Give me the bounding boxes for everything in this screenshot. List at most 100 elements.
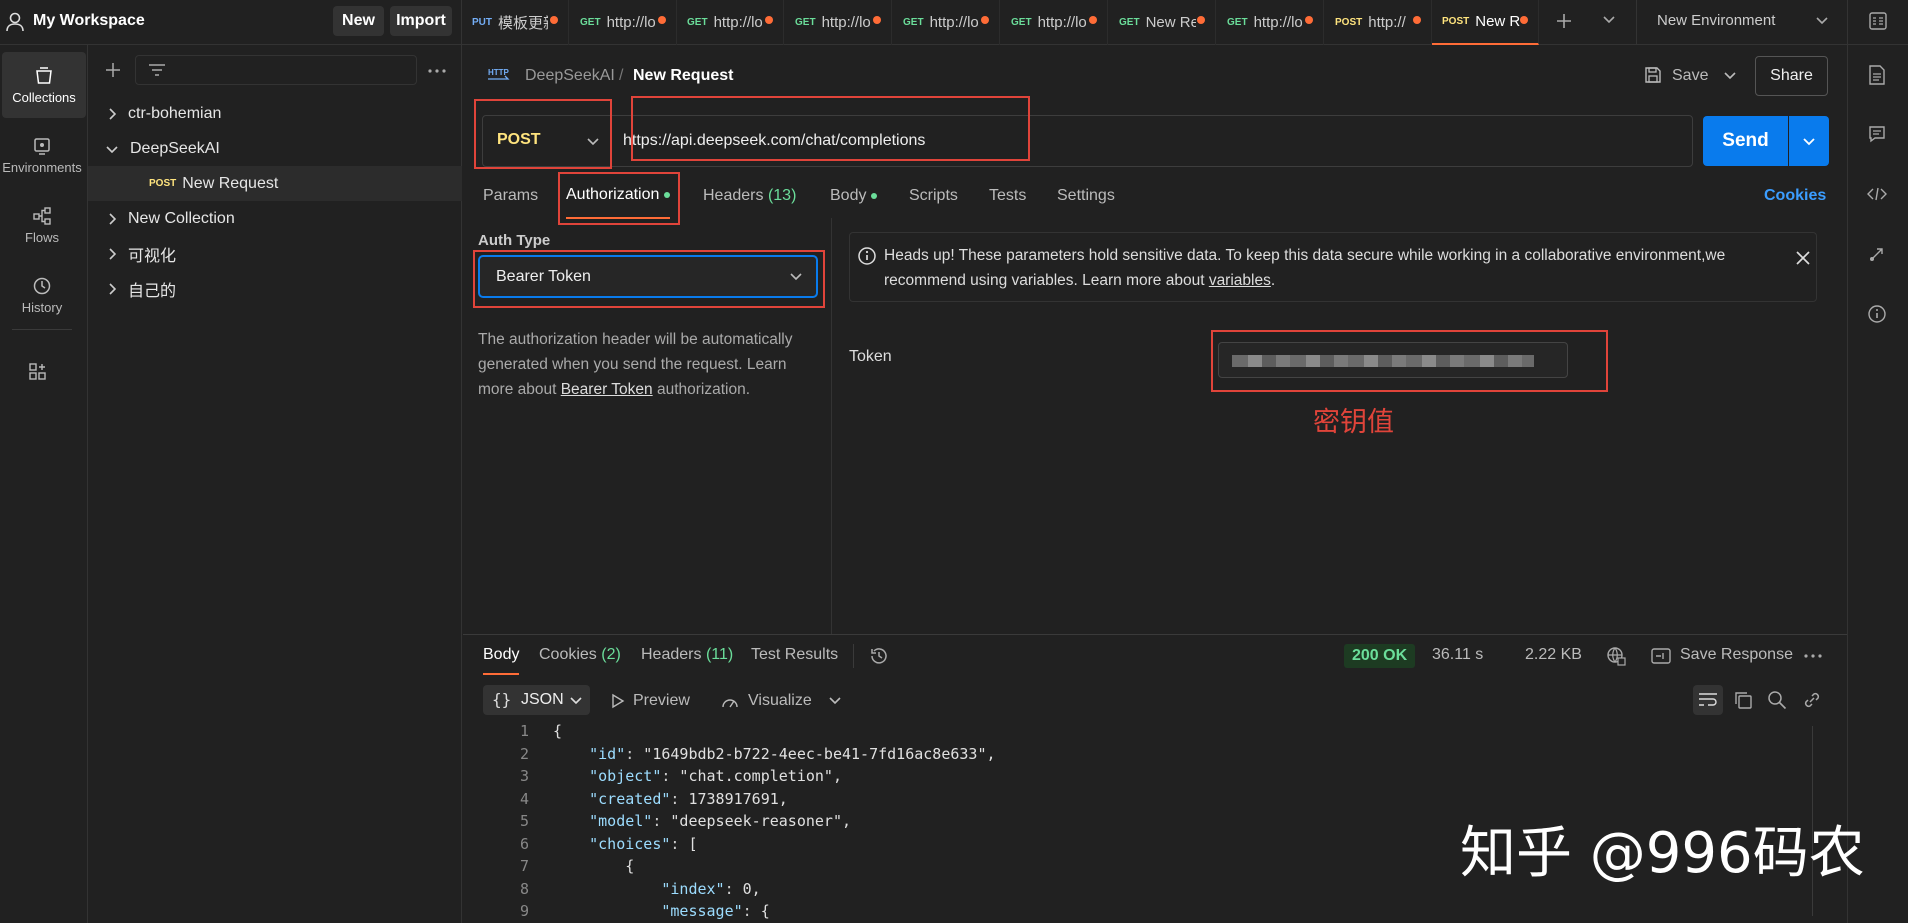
environment-select[interactable]: New Environment (1636, 0, 1848, 45)
related-collections-icon[interactable] (1868, 245, 1886, 263)
response-time[interactable]: 36.11 s (1432, 646, 1483, 664)
tab-body[interactable]: Body (830, 170, 878, 222)
rail-environments[interactable]: Environments (0, 122, 84, 188)
tabs-overflow-chevron-icon[interactable] (1602, 15, 1616, 25)
chevron-down-icon[interactable] (1724, 72, 1736, 80)
code-line: { (553, 857, 635, 875)
tab-scripts[interactable]: Scripts (909, 170, 958, 222)
svg-text:HTTP: HTTP (488, 68, 510, 77)
more-options-icon[interactable] (1804, 654, 1822, 658)
request-tab[interactable]: PUT 模板更新 (462, 0, 569, 45)
request-item[interactable]: POST New Request (88, 166, 462, 201)
documentation-icon[interactable] (1868, 65, 1886, 85)
variables-link[interactable]: variables (1209, 272, 1271, 289)
preview-button[interactable]: Preview (611, 689, 690, 713)
send-button[interactable]: Send (1703, 116, 1788, 166)
token-label: Token (849, 348, 892, 365)
network-icon[interactable] (1606, 646, 1626, 666)
response-tab-headers[interactable]: Headers (11) (641, 646, 733, 664)
share-button[interactable]: Share (1755, 56, 1828, 96)
format-select[interactable]: {} JSON (483, 685, 590, 715)
tab-params[interactable]: Params (483, 170, 538, 222)
save-response-button[interactable]: Save Response (1680, 646, 1793, 664)
breadcrumb-parent[interactable]: DeepSeekAI (525, 67, 615, 85)
headers-count: (11) (705, 646, 734, 663)
url-input[interactable] (623, 128, 1683, 154)
add-tab-icon[interactable] (1555, 12, 1573, 30)
collection-item[interactable]: 自己的 (88, 271, 462, 306)
preview-label: Preview (633, 692, 690, 709)
copy-icon[interactable] (1733, 690, 1753, 710)
rail-label: Flows (25, 229, 59, 245)
method-badge: POST (149, 178, 177, 189)
info-icon[interactable] (1867, 304, 1887, 324)
rail-flows[interactable]: Flows (0, 192, 84, 258)
request-tab[interactable]: GET New Re (1109, 0, 1216, 45)
request-tab[interactable]: POST http:// (1325, 0, 1432, 45)
token-input[interactable] (1218, 342, 1568, 378)
request-tab[interactable]: GET http://lo (1217, 0, 1324, 45)
tab-settings[interactable]: Settings (1057, 170, 1115, 222)
filter-icon[interactable] (148, 63, 166, 77)
request-tab[interactable]: GET http://lo (785, 0, 892, 45)
rail-label: History (21, 299, 63, 315)
new-button[interactable]: New (333, 6, 384, 36)
tab-label: Headers (703, 187, 764, 204)
auth-type-select[interactable]: Bearer Token (478, 255, 818, 298)
link-icon[interactable] (1802, 690, 1822, 710)
collection-item[interactable]: ctr-bohemian (88, 96, 462, 131)
chevron-down-icon[interactable] (829, 697, 841, 705)
cookies-link[interactable]: Cookies (1764, 170, 1826, 222)
rail-collections[interactable]: Collections (2, 52, 86, 118)
tab-tests[interactable]: Tests (989, 170, 1026, 222)
configure-workbench-icon[interactable] (28, 362, 48, 382)
code-icon[interactable] (1867, 187, 1887, 201)
wrap-lines-button[interactable] (1693, 685, 1723, 715)
rail-history[interactable]: History (0, 262, 84, 328)
bearer-token-link[interactable]: Bearer Token (561, 381, 653, 398)
collection-label: ctr-bohemian (128, 104, 222, 122)
request-tab[interactable]: GET http://lo (570, 0, 677, 45)
add-collection-icon[interactable] (105, 62, 121, 78)
request-tab[interactable]: POST New R (1432, 0, 1539, 45)
request-tab[interactable]: GET http://lo (1001, 0, 1108, 45)
tab-authorization[interactable]: Authorization (566, 173, 671, 219)
send-options-button[interactable] (1789, 116, 1829, 166)
search-collections-input[interactable] (135, 55, 417, 85)
tab-title: 模板更新 (498, 15, 548, 32)
search-icon[interactable] (1767, 690, 1787, 710)
collection-item[interactable]: 可视化 (88, 236, 462, 271)
rail-label: Environments (2, 159, 82, 175)
response-size[interactable]: 2.22 KB (1525, 646, 1582, 664)
rail-divider (12, 329, 72, 330)
chevron-down-icon (570, 697, 582, 705)
chevron-down-icon (790, 273, 802, 281)
request-tab[interactable]: GET http://lo (893, 0, 1000, 45)
collection-item[interactable]: DeepSeekAI (88, 131, 462, 166)
environments-icon (32, 136, 52, 156)
collection-item[interactable]: New Collection (88, 201, 462, 236)
comments-icon[interactable] (1868, 125, 1886, 143)
response-tab-test-results[interactable]: Test Results (751, 646, 838, 664)
tab-headers[interactable]: Headers (13) (703, 170, 796, 222)
status-badge[interactable]: 200 OK (1344, 644, 1416, 668)
sensitive-data-notice: Heads up! These parameters hold sensitiv… (849, 232, 1817, 302)
breadcrumb-current[interactable]: New Request (633, 67, 733, 85)
request-tab[interactable]: GET http://lo (677, 0, 784, 45)
unsaved-dot (1413, 16, 1421, 24)
tab-title: http:// (1368, 14, 1406, 31)
line-number: 5 (519, 812, 529, 830)
workspace-title[interactable]: My Workspace (33, 12, 145, 30)
environment-quick-look-icon[interactable] (1868, 11, 1888, 31)
import-button[interactable]: Import (390, 6, 452, 36)
collection-label: 可视化 (128, 247, 177, 265)
close-icon[interactable] (1795, 250, 1811, 266)
visualize-button[interactable]: Visualize (720, 689, 812, 713)
workspace-header: My Workspace New Import (0, 0, 462, 45)
history-icon[interactable] (869, 646, 889, 666)
method-select[interactable]: POST (483, 116, 611, 166)
save-button[interactable]: Save (1640, 57, 1745, 95)
more-options-icon[interactable] (428, 69, 446, 73)
response-tab-cookies[interactable]: Cookies (2) (539, 646, 621, 664)
response-tab-body[interactable]: Body (483, 646, 520, 675)
